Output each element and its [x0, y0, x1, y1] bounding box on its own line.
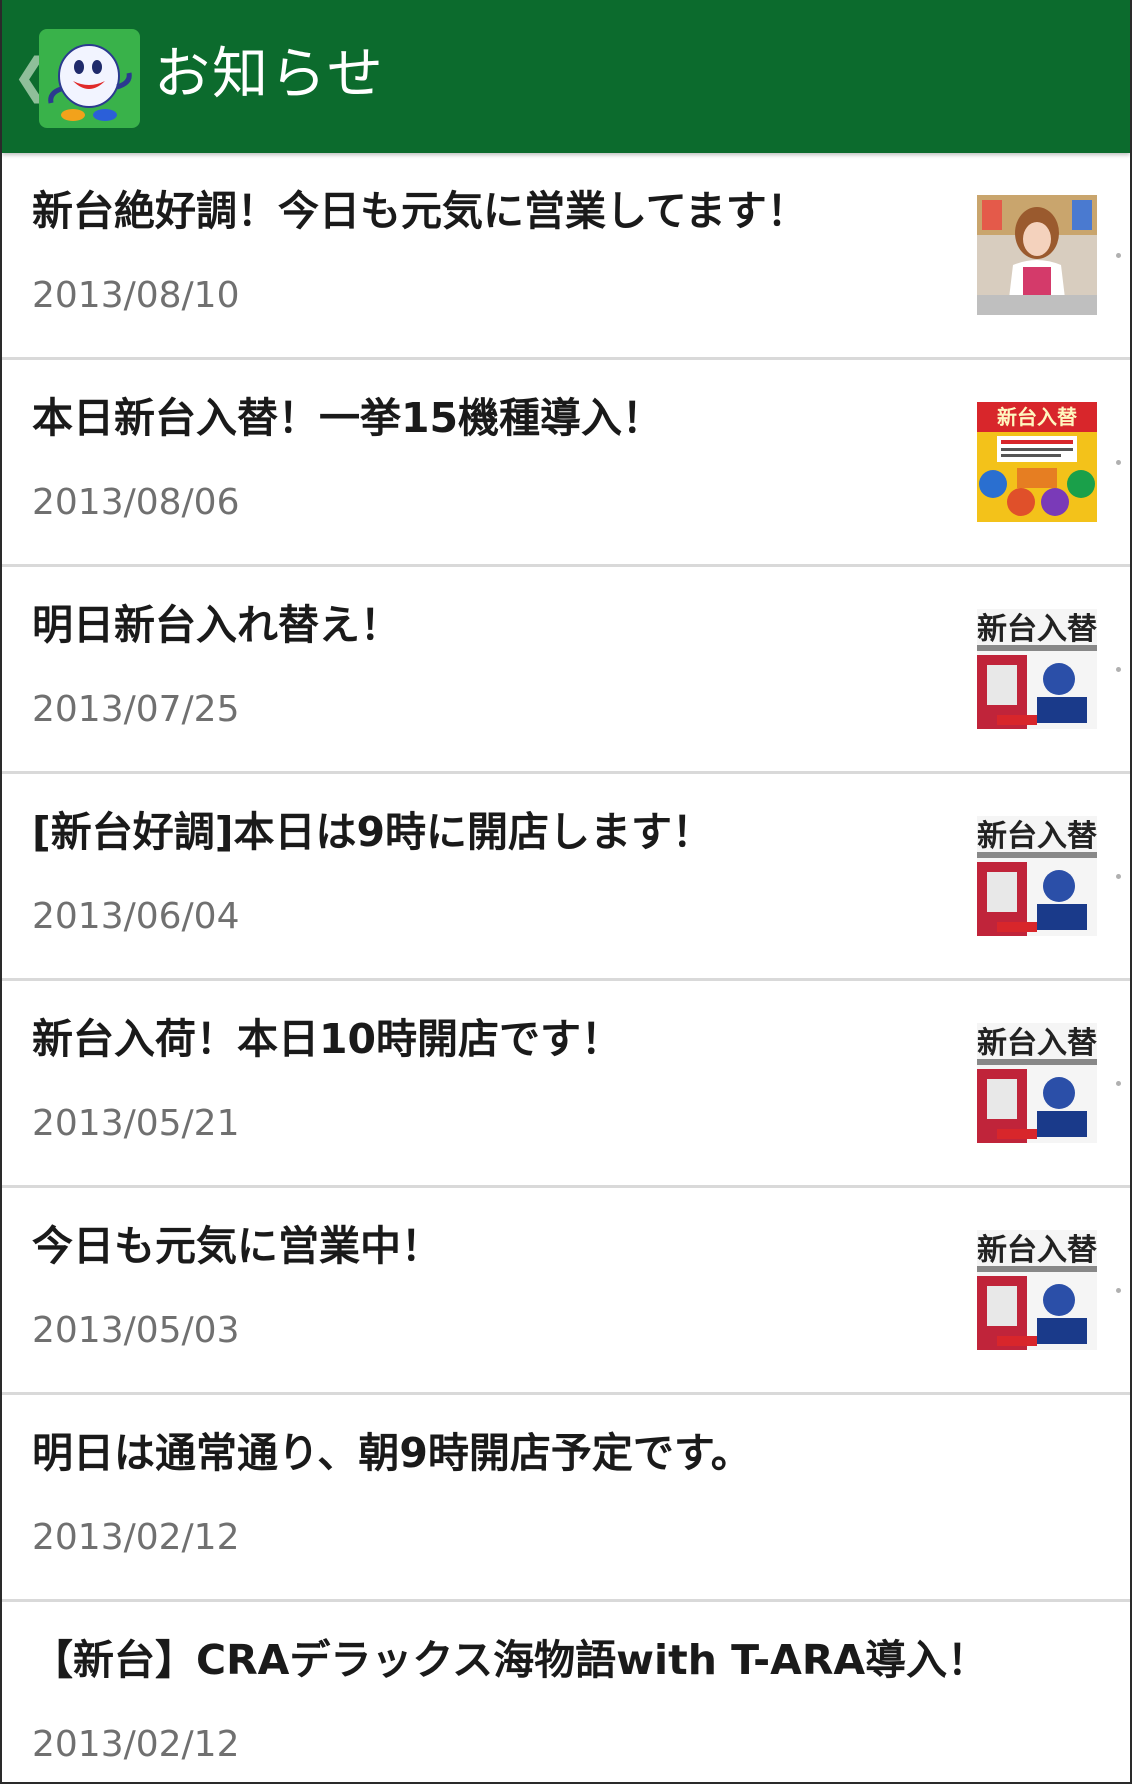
list-item[interactable]: 新台絶好調！今日も元気に営業してます！ 2013/08/10	[2, 153, 1130, 360]
edge-dot	[1116, 1081, 1121, 1086]
news-title: [新台好調]本日は9時に開店します！	[32, 808, 714, 856]
news-date: 2013/05/21	[32, 1103, 240, 1144]
poster-heading: 新台入替	[977, 1233, 1097, 1268]
poster-thumbnail: 新台入替	[977, 609, 1097, 729]
mascot-app-icon[interactable]	[39, 29, 140, 128]
edge-dot	[1116, 874, 1121, 879]
list-item[interactable]: 新台入荷！本日10時開店です！ 2013/05/21 新台入替	[2, 981, 1130, 1188]
action-bar: ❮ お知らせ	[2, 0, 1130, 153]
news-title: 明日は通常通り、朝9時開店予定です。	[32, 1429, 752, 1477]
chevron-left-icon[interactable]: ❮	[12, 52, 52, 102]
flyer-thumbnail: 新台入替	[977, 402, 1097, 522]
news-date: 2013/06/04	[32, 896, 240, 937]
news-list: 新台絶好調！今日も元気に営業してます！ 2013/08/10 本日新台入替！一挙…	[2, 153, 1130, 1782]
news-title: 明日新台入れ替え！	[32, 601, 401, 649]
mascot-icon	[48, 44, 132, 121]
news-date: 2013/07/25	[32, 689, 240, 730]
photo-thumbnail	[977, 195, 1097, 315]
list-item[interactable]: 明日新台入れ替え！ 2013/07/25 新台入替	[2, 567, 1130, 774]
news-date: 2013/05/03	[32, 1310, 240, 1351]
news-title: 【新台】CRAデラックス海物語with T-ARA導入！	[32, 1636, 989, 1684]
edge-dot	[1116, 1288, 1121, 1293]
poster-heading: 新台入替	[977, 1026, 1097, 1061]
page-title: お知らせ	[154, 42, 385, 107]
app-screen: ❮ お知らせ 新台絶好調！今日も元気に営業してます！ 2013/08/10 本日…	[0, 0, 1132, 1784]
news-title: 今日も元気に営業中！	[32, 1222, 442, 1270]
list-item[interactable]: 【新台】CRAデラックス海物語with T-ARA導入！ 2013/02/12	[2, 1602, 1130, 1782]
edge-dot	[1116, 253, 1121, 258]
list-item[interactable]: [新台好調]本日は9時に開店します！ 2013/06/04 新台入替	[2, 774, 1130, 981]
news-date: 2013/02/12	[32, 1724, 240, 1765]
list-item[interactable]: 明日は通常通り、朝9時開店予定です。 2013/02/12	[2, 1395, 1130, 1602]
poster-thumbnail: 新台入替	[977, 1023, 1097, 1143]
news-title: 本日新台入替！一挙15機種導入！	[32, 394, 664, 442]
news-title: 新台入荷！本日10時開店です！	[32, 1015, 623, 1063]
poster-heading: 新台入替	[977, 819, 1097, 854]
edge-dot	[1116, 460, 1121, 465]
news-date: 2013/08/10	[32, 275, 240, 316]
poster-heading: 新台入替	[977, 612, 1097, 647]
list-item[interactable]: 今日も元気に営業中！ 2013/05/03 新台入替	[2, 1188, 1130, 1395]
news-date: 2013/08/06	[32, 482, 240, 523]
poster-thumbnail: 新台入替	[977, 1230, 1097, 1350]
news-title: 新台絶好調！今日も元気に営業してます！	[32, 187, 808, 235]
news-date: 2013/02/12	[32, 1517, 240, 1558]
list-item[interactable]: 本日新台入替！一挙15機種導入！ 2013/08/06 新台入替	[2, 360, 1130, 567]
edge-dot	[1116, 667, 1121, 672]
poster-thumbnail: 新台入替	[977, 816, 1097, 936]
flyer-heading: 新台入替	[997, 405, 1077, 429]
